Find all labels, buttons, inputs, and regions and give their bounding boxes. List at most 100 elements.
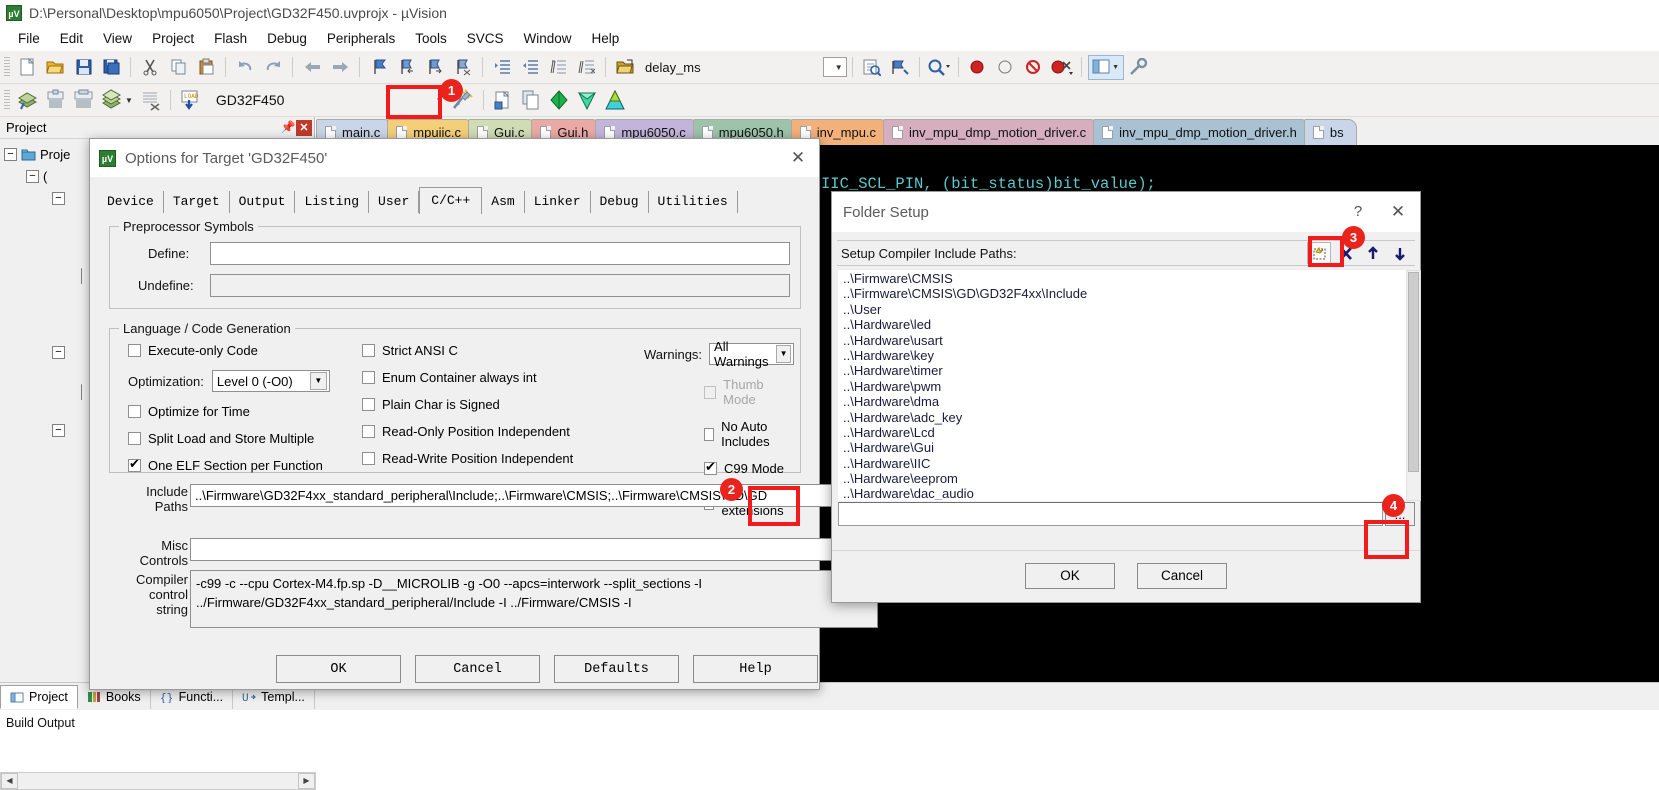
list-item[interactable]: ..\Hardware\eeprom xyxy=(839,471,1414,486)
toolbar-grip[interactable] xyxy=(4,57,10,77)
toolbar-grip[interactable] xyxy=(4,90,10,110)
chevron-down-icon[interactable]: ▼ xyxy=(309,372,327,390)
expander-icon[interactable]: − xyxy=(26,169,39,183)
checkbox-icon[interactable] xyxy=(362,452,375,465)
list-item[interactable]: ..\Hardware\key xyxy=(839,348,1414,363)
list-item[interactable]: ..\Hardware\Lcd xyxy=(839,425,1414,440)
redo-icon[interactable] xyxy=(260,55,286,80)
options-cancel-button[interactable]: Cancel xyxy=(415,655,540,683)
manage-project-items-icon[interactable] xyxy=(490,88,516,113)
checkbox-execute-only-code[interactable]: Execute-only Code xyxy=(128,343,378,358)
close-icon[interactable]: ✕ xyxy=(1376,192,1420,232)
list-item[interactable]: ..\Hardware\pwm xyxy=(839,379,1414,394)
compiler-control-string-textarea[interactable]: -c99 -c --cpu Cortex-M4.fp.sp -D__MICROL… xyxy=(190,570,878,628)
menu-debug[interactable]: Debug xyxy=(257,29,317,48)
checkbox-icon[interactable] xyxy=(128,405,141,418)
list-item[interactable]: ..\Hardware\adc_key xyxy=(839,410,1414,425)
list-item[interactable]: ..\Hardware\usart xyxy=(839,333,1414,348)
menu-svcs[interactable]: SVCS xyxy=(457,29,514,48)
clear-bookmarks-icon[interactable] xyxy=(450,55,476,80)
paste-icon[interactable] xyxy=(193,55,219,80)
tab-asm[interactable]: Asm xyxy=(482,191,525,213)
checkbox-one-elf-section-per-function[interactable]: One ELF Section per Function xyxy=(128,456,378,473)
menu-file[interactable]: File xyxy=(8,29,50,48)
comment-icon[interactable] xyxy=(545,55,571,80)
navigate-back-icon[interactable] xyxy=(299,55,325,80)
expander-icon[interactable]: − xyxy=(52,191,65,205)
expander-icon[interactable]: − xyxy=(52,345,65,359)
folder-setup-cancel-button[interactable]: Cancel xyxy=(1137,562,1227,589)
bookmark-prev-icon[interactable] xyxy=(394,55,420,80)
find-in-files-icon[interactable] xyxy=(859,55,885,80)
menu-project[interactable]: Project xyxy=(142,29,204,48)
navigate-forward-icon[interactable] xyxy=(327,55,353,80)
scrollbar-thumb[interactable] xyxy=(1408,272,1419,472)
stop-build-icon[interactable] xyxy=(138,88,164,113)
list-item[interactable]: ..\Hardware\dma xyxy=(839,394,1414,409)
checkbox-read-write-position-independent[interactable]: Read-Write Position Independent xyxy=(362,451,647,466)
expander-icon[interactable]: − xyxy=(52,423,65,437)
expander-icon[interactable]: − xyxy=(4,147,17,161)
include-paths-list-scrollbar[interactable] xyxy=(1406,270,1421,501)
close-icon[interactable]: ✕ xyxy=(777,139,819,177)
optimization-select[interactable]: Level 0 (-O0) ▼ xyxy=(211,370,330,392)
menu-flash[interactable]: Flash xyxy=(204,29,257,48)
tab-linker[interactable]: Linker xyxy=(525,191,591,213)
menu-edit[interactable]: Edit xyxy=(50,29,93,48)
misc-controls-input[interactable] xyxy=(190,538,878,561)
options-defaults-button[interactable]: Defaults xyxy=(554,655,679,683)
open-include-icon[interactable] xyxy=(612,55,638,80)
list-item[interactable]: ..\User xyxy=(839,302,1414,317)
folder-setup-path-edit-input[interactable] xyxy=(838,502,1383,526)
menu-tools[interactable]: Tools xyxy=(405,29,457,48)
undo-icon[interactable] xyxy=(232,55,258,80)
save-all-icon[interactable] xyxy=(98,55,124,80)
open-file-icon[interactable] xyxy=(42,55,68,80)
bottom-tab-project[interactable]: Project xyxy=(0,684,78,709)
checkbox-icon[interactable] xyxy=(704,427,715,441)
tab-listing[interactable]: Listing xyxy=(295,191,370,213)
cut-icon[interactable] xyxy=(137,55,163,80)
checkbox-icon[interactable] xyxy=(362,398,375,411)
editor-tab-inv-mpu-dmp-motion-driver-c[interactable]: inv_mpu_dmp_motion_driver.c xyxy=(883,119,1100,145)
list-item[interactable]: ..\Firmware\CMSIS\GD\GD32F4xx\Include xyxy=(839,286,1414,301)
checkbox-read-only-position-independent[interactable]: Read-Only Position Independent xyxy=(362,424,647,439)
bookmark-icon[interactable] xyxy=(366,55,392,80)
editor-tab-bs[interactable]: bs xyxy=(1303,119,1357,145)
scroll-right-icon[interactable]: ▶ xyxy=(298,773,315,789)
kill-all-breakpoints-icon[interactable] xyxy=(1049,55,1075,80)
bookmark-toggle-icon[interactable] xyxy=(887,55,913,80)
menu-help[interactable]: Help xyxy=(582,29,630,48)
checkbox-icon[interactable] xyxy=(128,344,141,357)
new-file-icon[interactable] xyxy=(14,55,40,80)
list-item[interactable]: ..\Hardware\led xyxy=(839,317,1414,332)
checkbox-icon[interactable] xyxy=(362,425,375,438)
list-item[interactable]: ..\Hardware\timer xyxy=(839,363,1414,378)
pin-icon[interactable]: 📌 xyxy=(280,120,296,136)
pack-installer-green-icon[interactable] xyxy=(546,88,572,113)
rebuild-icon[interactable] xyxy=(70,88,96,113)
outdent-icon[interactable] xyxy=(517,55,543,80)
disable-all-breakpoints-icon[interactable] xyxy=(1021,55,1047,80)
copy-icon[interactable] xyxy=(165,55,191,80)
scroll-left-icon[interactable]: ◀ xyxy=(1,773,18,789)
undefine-input[interactable] xyxy=(210,274,790,297)
checkbox-split-load-and-store-multiple[interactable]: Split Load and Store Multiple xyxy=(128,431,378,446)
menu-window[interactable]: Window xyxy=(513,29,581,48)
list-item[interactable]: ..\Hardware\Gui xyxy=(839,440,1414,455)
warnings-select[interactable]: All Warnings ▼ xyxy=(709,339,794,369)
translate-icon[interactable] xyxy=(14,88,40,113)
tab-c-cpp[interactable]: C/C++ xyxy=(419,187,483,214)
list-item[interactable]: ..\Firmware\CMSIS xyxy=(839,271,1414,286)
folder-setup-ok-button[interactable]: OK xyxy=(1025,562,1115,589)
bookmark-next-icon[interactable] xyxy=(422,55,448,80)
manage-multi-project-icon[interactable] xyxy=(518,88,544,113)
pack-installer-teal-icon[interactable] xyxy=(574,88,600,113)
checkbox-icon[interactable] xyxy=(704,459,717,475)
menu-peripherals[interactable]: Peripherals xyxy=(317,29,405,48)
checkbox-icon[interactable] xyxy=(128,432,141,445)
tab-output[interactable]: Output xyxy=(230,191,296,213)
options-help-button[interactable]: Help xyxy=(693,655,818,683)
batch-build-icon[interactable] xyxy=(98,88,124,113)
build-icon[interactable] xyxy=(42,88,68,113)
